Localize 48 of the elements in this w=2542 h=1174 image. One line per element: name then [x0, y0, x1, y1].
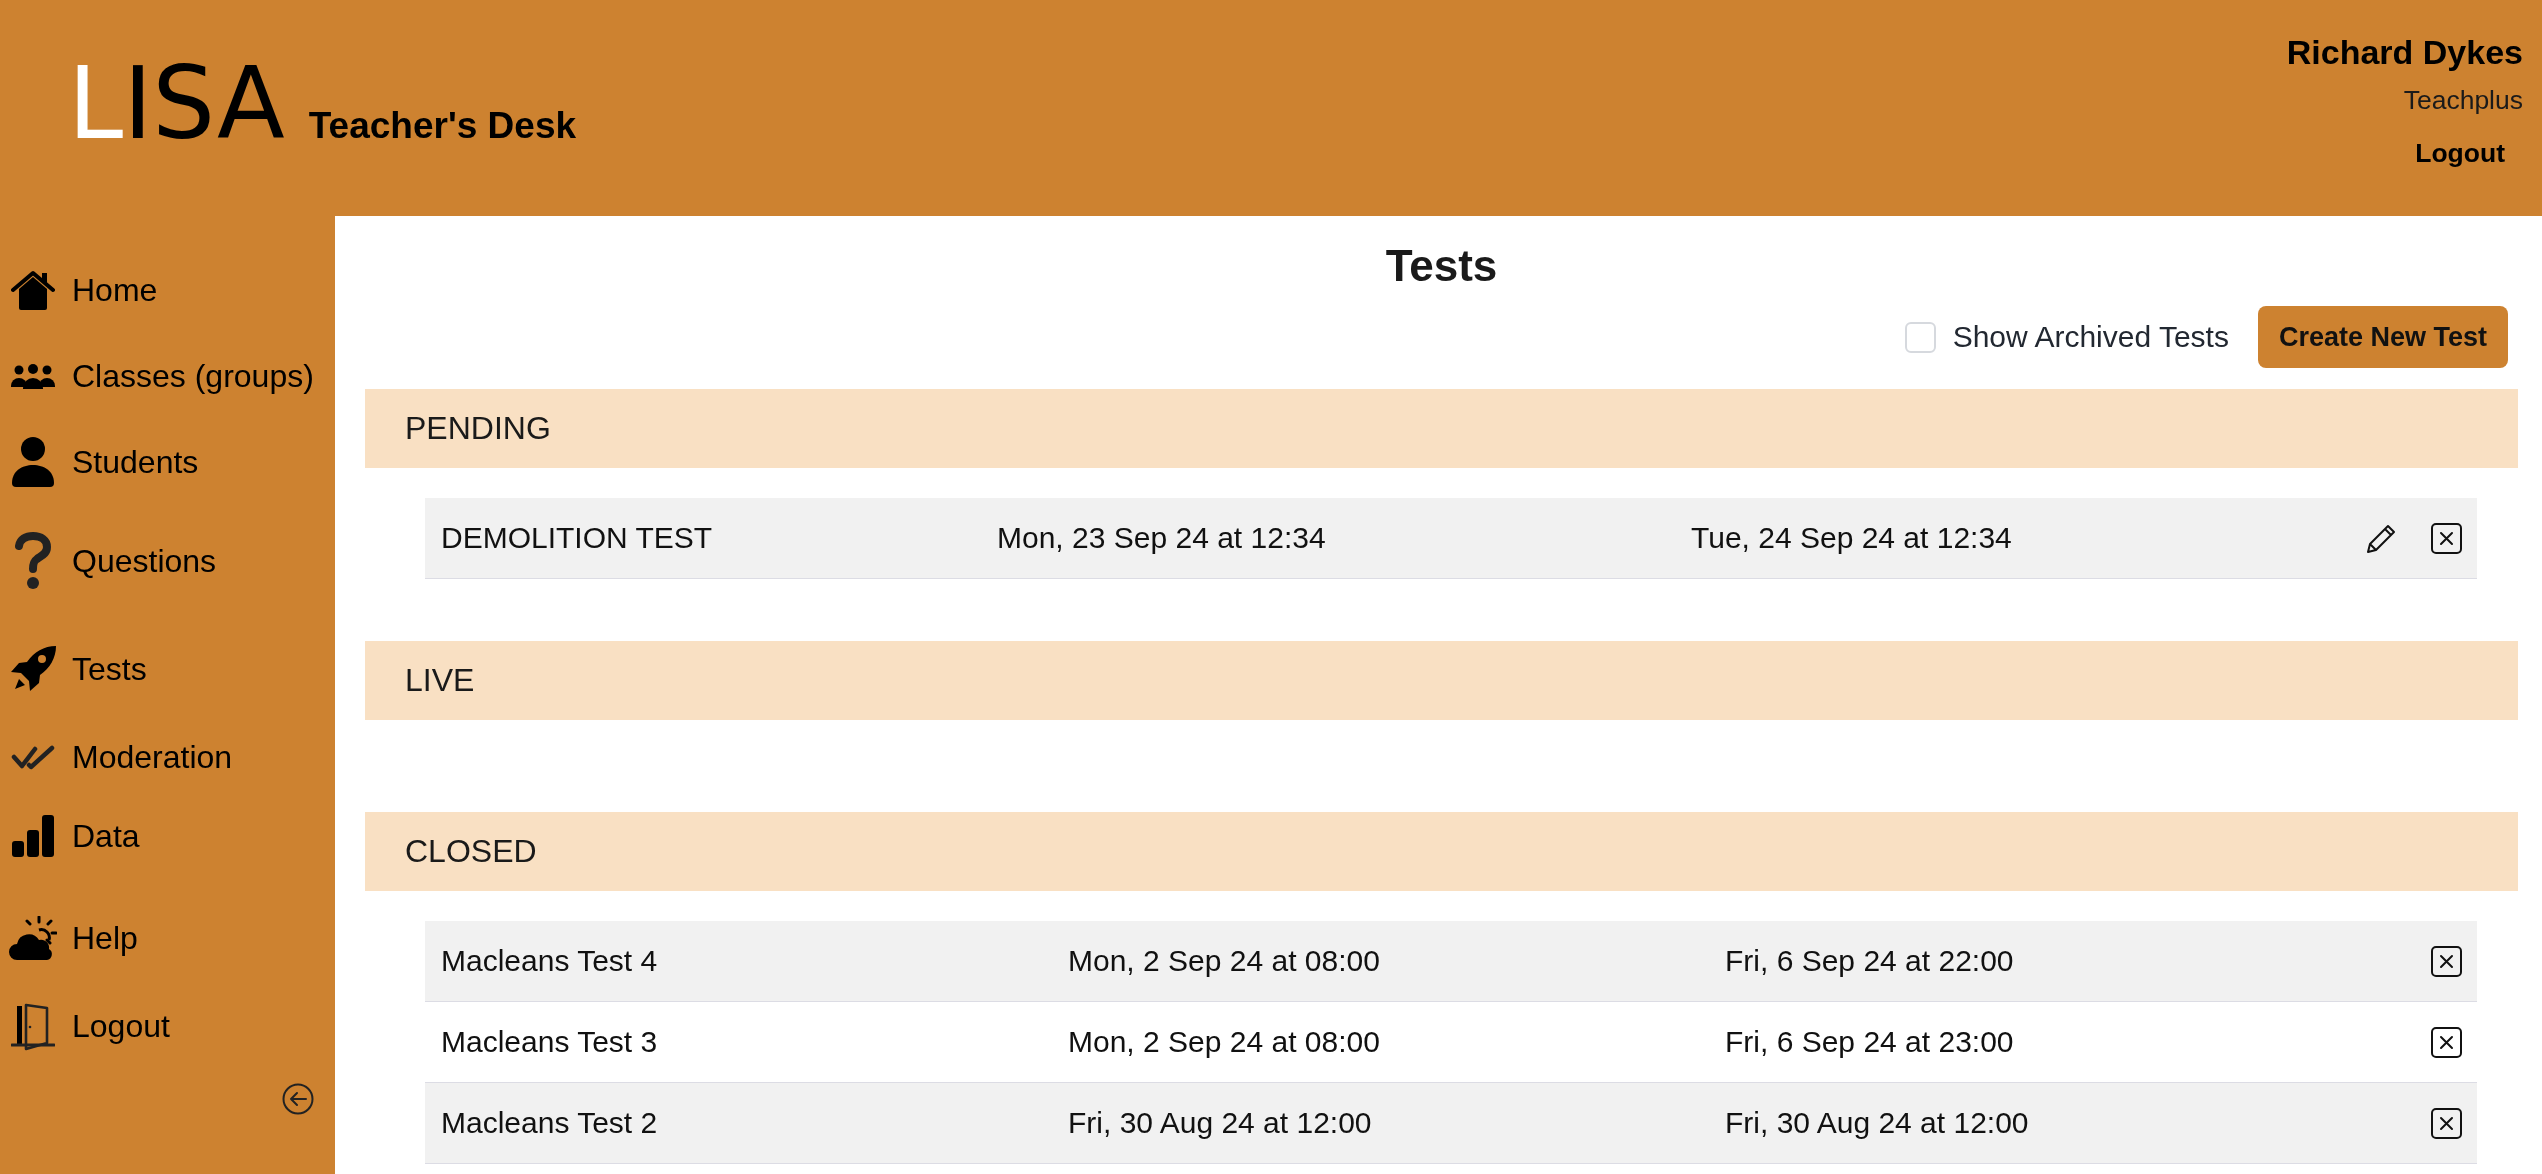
rocket-icon: [9, 645, 57, 693]
show-archived-checkbox[interactable]: [1904, 321, 1936, 353]
question-mark-icon: [13, 532, 53, 590]
test-name-cell-text: Macleans Test 3: [441, 1025, 659, 1059]
checkbox-label[interactable]: Show Archived Tests: [1952, 320, 2229, 354]
end-date-cell-text: Fri, 6 Sep 24 at 23:00: [1725, 1025, 2015, 1059]
end-date-cell-text: Fri, 6 Sep 24 at 22:00: [1725, 944, 2015, 978]
user-name: Richard Dykes: [2286, 32, 2523, 72]
test-name-cell-text: Macleans Test 4: [441, 944, 659, 978]
create-test-button[interactable]: Create New Test: [2257, 306, 2508, 368]
start-date-cell-text: Mon, 23 Sep 24 at 12:34: [997, 521, 1327, 555]
cloud-sun-icon: [9, 915, 57, 961]
page-title: Tests: [1385, 240, 1498, 292]
people-icon: [11, 363, 55, 389]
cross-box-icon[interactable]: [2431, 522, 2462, 554]
start-date-cell-text: Mon, 2 Sep 24 at 08:00: [1068, 944, 1381, 978]
house-icon: [11, 269, 55, 311]
bar-chart-icon: [12, 815, 54, 857]
double-check-icon: [11, 744, 55, 770]
sidebar-item[interactable]: Help: [0, 879, 314, 997]
sidebar-item[interactable]: Moderation: [0, 721, 314, 793]
section-header: LIVE: [365, 641, 2518, 720]
end-date-cell-text: Tue, 24 Sep 24 at 12:34: [1691, 521, 2013, 555]
section-header: CLOSED: [365, 812, 2518, 891]
pencil-icon[interactable]: [2366, 522, 2397, 554]
person-icon: [12, 437, 54, 487]
door-icon: [11, 1001, 55, 1051]
cross-box-icon[interactable]: [2431, 945, 2462, 977]
sidebar-item[interactable]: Logout: [0, 997, 314, 1055]
sidebar-item[interactable]: Students: [0, 419, 314, 505]
arrow-circle-icon[interactable]: [282, 1083, 314, 1115]
start-date-cell-text: Fri, 30 Aug 24 at 12:00: [1068, 1106, 1373, 1140]
sidebar-item[interactable]: Tests: [0, 617, 314, 721]
test-name-cell-text: DEMOLITION TEST: [441, 521, 714, 555]
sidebar-item[interactable]: Data: [0, 793, 314, 879]
end-date-cell-text: Fri, 30 Aug 24 at 12:00: [1725, 1106, 2030, 1140]
organisation-name: Teachplus: [2403, 84, 2523, 117]
test-name-cell-text: Macleans Test 2: [441, 1106, 659, 1140]
logout-link[interactable]: Logout: [2415, 135, 2505, 171]
sidebar-item[interactable]: Questions: [0, 505, 314, 617]
app-subtitle: Teacher's Desk: [308, 105, 577, 147]
logo: LISA: [68, 54, 285, 153]
section-header: PENDING: [365, 389, 2518, 468]
sidebar-item[interactable]: Classes (groups): [0, 333, 314, 419]
sidebar-item[interactable]: Home: [0, 247, 314, 333]
start-date-cell-text: Mon, 2 Sep 24 at 08:00: [1068, 1025, 1381, 1059]
cross-box-icon[interactable]: [2431, 1026, 2462, 1058]
cross-box-icon[interactable]: [2431, 1107, 2462, 1139]
